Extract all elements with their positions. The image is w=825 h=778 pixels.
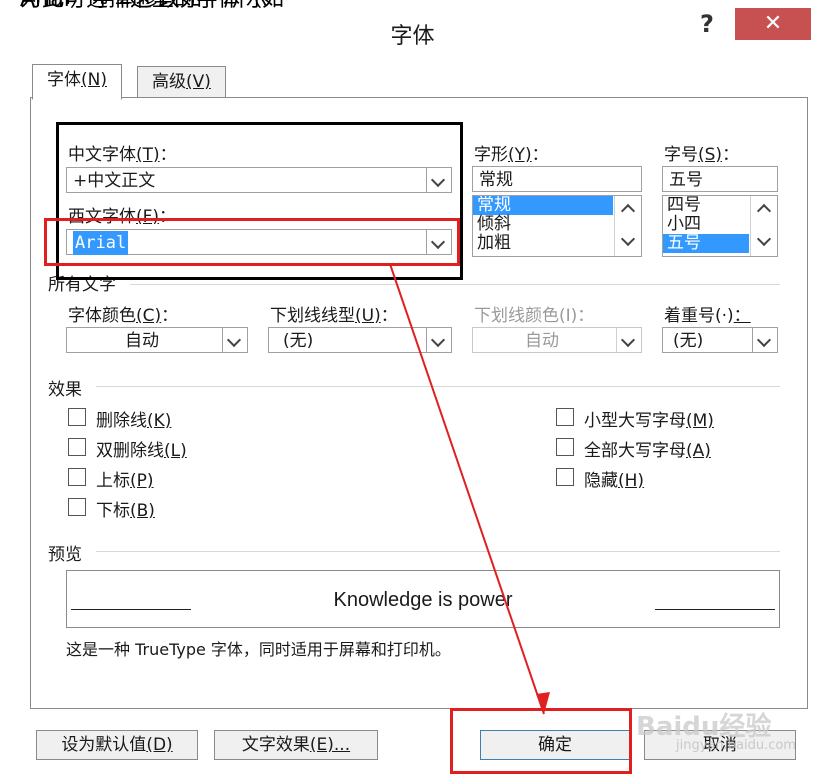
tab-font-key: (N): [81, 70, 107, 90]
tab-font[interactable]: 字体(N): [32, 64, 122, 100]
annotation-arrow: [389, 263, 550, 715]
tab-font-label: 字体: [47, 70, 81, 90]
